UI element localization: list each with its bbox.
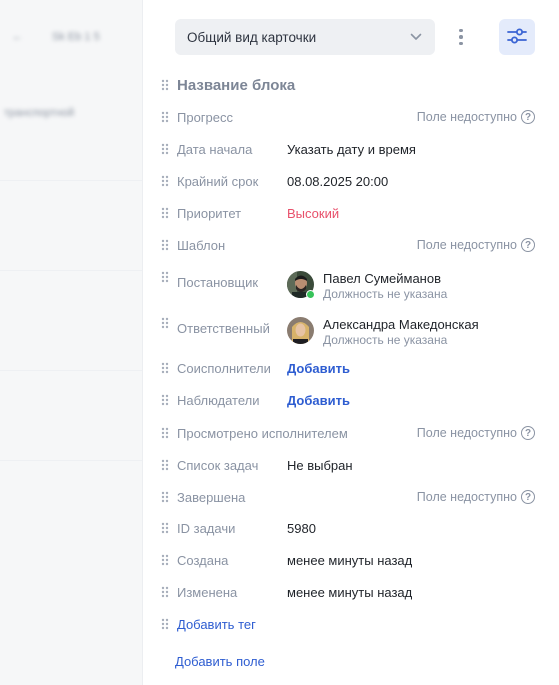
modified-value: менее минуты назад: [287, 584, 413, 600]
field-row-template: Шаблон Поле недоступно ?: [143, 234, 559, 256]
drag-handle-icon[interactable]: [161, 522, 169, 534]
chevron-down-icon: [409, 30, 423, 44]
back-arrow-icon[interactable]: ←: [12, 28, 30, 46]
field-row-completed: Завершена Поле недоступно ?: [143, 486, 559, 508]
divider: [0, 460, 142, 461]
field-row-progress: Прогресс Поле недоступно ?: [143, 106, 559, 128]
drag-handle-icon[interactable]: [161, 239, 169, 251]
help-icon[interactable]: ?: [521, 426, 535, 440]
created-value: менее минуты назад: [287, 552, 413, 568]
field-unavailable: Поле недоступно ?: [417, 110, 535, 124]
divider: [0, 370, 142, 371]
field-label: Изменена: [177, 584, 238, 600]
add-observer-link[interactable]: Добавить: [287, 393, 350, 408]
field-row-creator: Постановщик Павел Сумейманов Должность н…: [143, 271, 559, 301]
help-icon[interactable]: ?: [521, 238, 535, 252]
field-row-assignee: Ответственный Александра Македонская Дол…: [143, 317, 559, 347]
card-view-select[interactable]: Общий вид карточки: [175, 19, 435, 55]
person-position: Должность не указана: [323, 333, 448, 347]
left-pane-title: транспортной: [4, 107, 75, 119]
field-row-deadline: Крайний срок 08.08.2025 20:00: [143, 170, 559, 192]
drag-handle-icon[interactable]: [161, 79, 169, 91]
drag-handle-icon[interactable]: [161, 317, 169, 329]
unavailable-text: Поле недоступно: [416, 490, 517, 504]
field-label: Крайний срок: [177, 173, 259, 189]
unavailable-text: Поле недоступно: [416, 426, 517, 440]
field-label: ID задачи: [177, 520, 236, 536]
field-label: Постановщик: [177, 275, 259, 290]
drag-handle-icon[interactable]: [161, 362, 169, 374]
card-panel: Общий вид карточки Название блока Прогре…: [143, 0, 559, 685]
field-row-created: Создана менее минуты назад: [143, 549, 559, 571]
drag-handle-icon[interactable]: [161, 175, 169, 187]
sliders-icon: [507, 27, 527, 48]
field-label: Создана: [177, 552, 229, 568]
field-row-start-date: Дата начала Указать дату и время: [143, 138, 559, 160]
avatar: [287, 271, 315, 299]
field-row-viewed: Просмотрено исполнителем Поле недоступно…: [143, 422, 559, 444]
field-unavailable: Поле недоступно ?: [417, 238, 535, 252]
drag-handle-icon[interactable]: [161, 271, 169, 283]
field-row-observers: Наблюдатели Добавить: [143, 389, 559, 411]
drag-handle-icon[interactable]: [161, 491, 169, 503]
block-title[interactable]: Название блока: [177, 77, 295, 94]
avatar: [287, 317, 314, 344]
person-name: Павел Сумейманов: [323, 271, 441, 286]
field-label: Просмотрено исполнителем: [177, 425, 348, 441]
left-pane: ← Sk Eb 1 5 транспортной: [0, 0, 143, 685]
start-date-value[interactable]: Указать дату и время: [287, 142, 416, 157]
field-label: Прогресс: [177, 109, 234, 125]
drag-handle-icon[interactable]: [161, 394, 169, 406]
person-position: Должность не указана: [323, 287, 448, 301]
checklist-value[interactable]: Не выбран: [287, 458, 353, 473]
field-unavailable: Поле недоступно ?: [417, 490, 535, 504]
unavailable-text: Поле недоступно: [416, 238, 517, 252]
field-label: Дата начала: [177, 141, 253, 157]
field-row-coexecutors: Соисполнители Добавить: [143, 357, 559, 379]
add-coexecutor-link[interactable]: Добавить: [287, 361, 350, 376]
drag-handle-icon[interactable]: [161, 143, 169, 155]
field-row-checklist: Список задач Не выбран: [143, 454, 559, 476]
field-label: Список задач: [177, 457, 259, 473]
drag-handle-icon[interactable]: [161, 554, 169, 566]
more-options-icon[interactable]: [451, 24, 471, 50]
assignee-person[interactable]: Александра Македонская Должность не указ…: [287, 317, 479, 347]
add-field-link[interactable]: Добавить поле: [175, 654, 265, 669]
drag-handle-icon[interactable]: [161, 427, 169, 439]
drag-handle-icon[interactable]: [161, 111, 169, 123]
field-label: Наблюдатели: [177, 392, 260, 408]
drag-handle-icon[interactable]: [161, 459, 169, 471]
field-label: Завершена: [177, 489, 246, 505]
field-unavailable: Поле недоступно ?: [417, 426, 535, 440]
field-settings-button[interactable]: [499, 19, 535, 55]
add-tag-link[interactable]: Добавить тег: [177, 617, 256, 632]
field-label: Шаблон: [177, 237, 226, 253]
drag-handle-icon[interactable]: [161, 207, 169, 219]
field-row-priority: Приоритет Высокий: [143, 202, 559, 224]
unavailable-text: Поле недоступно: [416, 110, 517, 124]
drag-handle-icon[interactable]: [161, 618, 169, 630]
field-row-task-id: ID задачи 5980: [143, 517, 559, 539]
field-row-modified: Изменена менее минуты назад: [143, 581, 559, 603]
block-title-row: Название блока: [143, 74, 559, 96]
field-label: Ответственный: [177, 321, 270, 336]
divider: [0, 180, 142, 181]
creator-person[interactable]: Павел Сумейманов Должность не указана: [287, 271, 447, 301]
field-label: Соисполнители: [177, 360, 271, 376]
help-icon[interactable]: ?: [521, 490, 535, 504]
deadline-value[interactable]: 08.08.2025 20:00: [287, 174, 388, 189]
breadcrumb: Sk Eb 1 5: [52, 31, 100, 43]
person-name: Александра Македонская: [323, 317, 479, 332]
priority-value[interactable]: Высокий: [287, 206, 339, 221]
card-view-select-value: Общий вид карточки: [187, 29, 317, 45]
online-status-indicator: [306, 290, 315, 299]
divider: [0, 270, 142, 271]
field-row-add-tag: Добавить тег: [143, 613, 559, 635]
help-icon[interactable]: ?: [521, 110, 535, 124]
drag-handle-icon[interactable]: [161, 586, 169, 598]
task-id-value: 5980: [287, 520, 316, 536]
field-label: Приоритет: [177, 205, 242, 221]
